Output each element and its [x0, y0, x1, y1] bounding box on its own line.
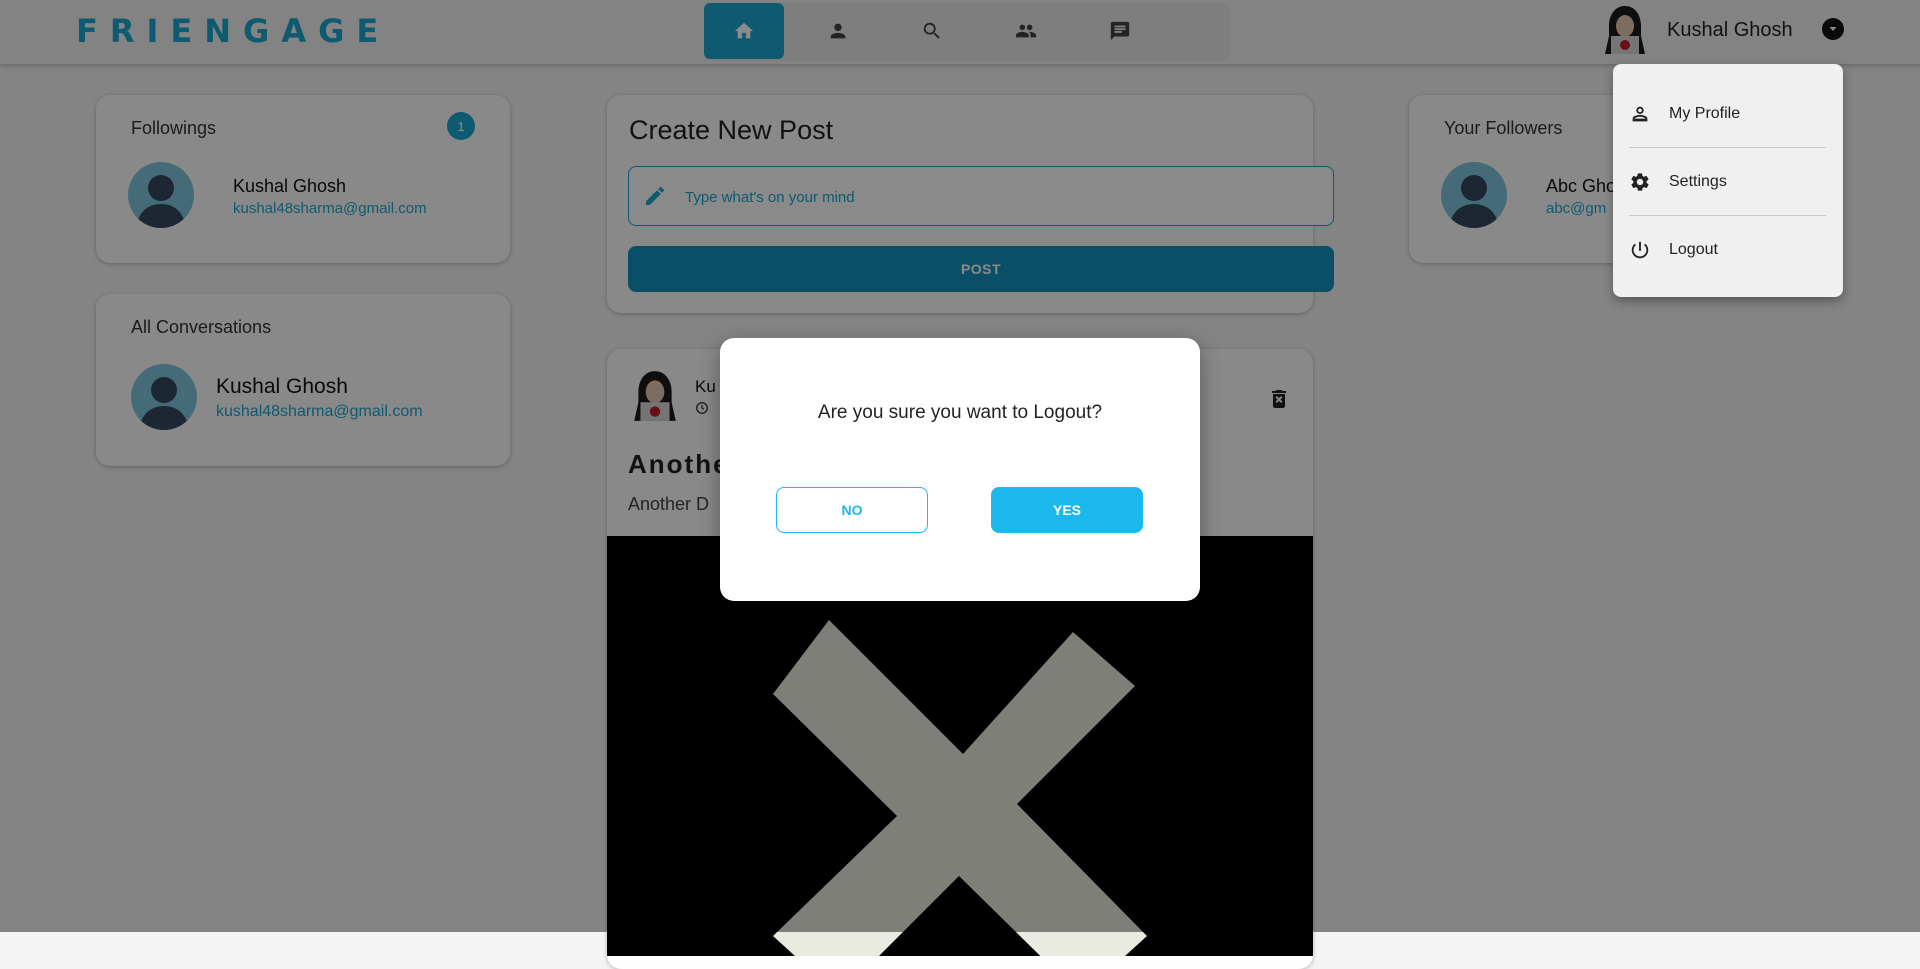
dialog-message: Are you sure you want to Logout?: [817, 402, 1103, 423]
menu-divider: [1629, 147, 1826, 148]
gear-icon: [1631, 173, 1649, 191]
menu-item-label: Logout: [1669, 241, 1718, 258]
user-dropdown-menu: My Profile Settings Logout: [1613, 64, 1843, 297]
menu-item-label: Settings: [1669, 173, 1727, 190]
logout-confirm-dialog: Are you sure you want to Logout? NO YES: [720, 338, 1200, 601]
power-icon: [1631, 241, 1649, 259]
no-button[interactable]: NO: [776, 487, 928, 533]
yes-button[interactable]: YES: [991, 487, 1143, 533]
menu-item-settings[interactable]: Settings: [1613, 152, 1843, 212]
menu-divider: [1629, 215, 1826, 216]
menu-item-logout[interactable]: Logout: [1613, 220, 1843, 280]
menu-item-my-profile[interactable]: My Profile: [1613, 84, 1843, 144]
person-outline-icon: [1632, 106, 1648, 122]
menu-item-label: My Profile: [1669, 105, 1741, 122]
